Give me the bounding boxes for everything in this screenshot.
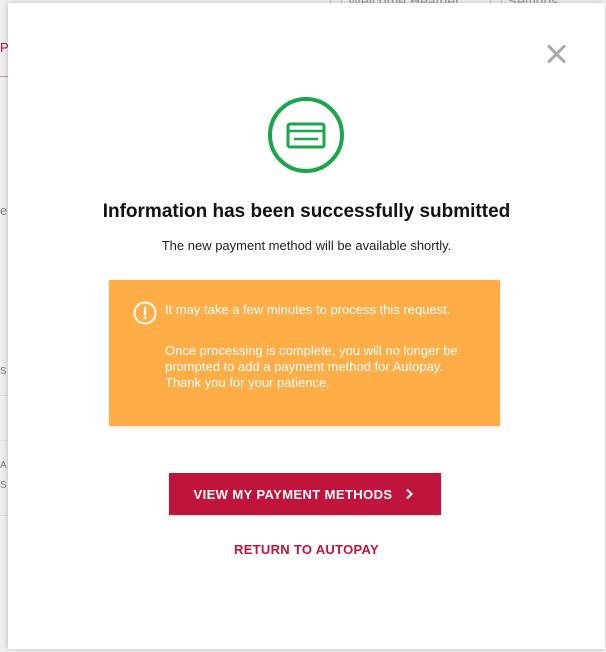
success-modal: Information has been successfully submit… [8, 3, 605, 649]
notice-text-secondary: Once processing is complete, you will no… [165, 343, 458, 390]
notice-text-primary: It may take a few minutes to process thi… [165, 302, 451, 317]
modal-title: Information has been successfully submit… [102, 201, 511, 222]
background-fragment: e [0, 203, 8, 218]
background-fragment: A [0, 460, 7, 471]
background-line [0, 515, 8, 516]
background-left-edge [0, 0, 8, 652]
view-payment-methods-button[interactable]: VIEW MY PAYMENT METHODS [169, 473, 441, 515]
info-icon [133, 301, 157, 325]
chevron-right-icon [406, 488, 414, 500]
credit-card-check-icon [268, 97, 344, 173]
background-line [0, 395, 8, 396]
background-divider [0, 76, 8, 77]
modal-subtitle: The new payment method will be available… [161, 238, 452, 253]
close-icon[interactable] [545, 43, 567, 65]
background-line [0, 440, 8, 441]
background-fragment: S [0, 480, 7, 491]
background-fragment: s [0, 362, 7, 377]
view-payment-methods-label: VIEW MY PAYMENT METHODS [193, 486, 393, 502]
processing-notice: It may take a few minutes to process thi… [109, 280, 500, 426]
return-to-autopay-link[interactable]: RETURN TO AUTOPAY [8, 542, 605, 557]
